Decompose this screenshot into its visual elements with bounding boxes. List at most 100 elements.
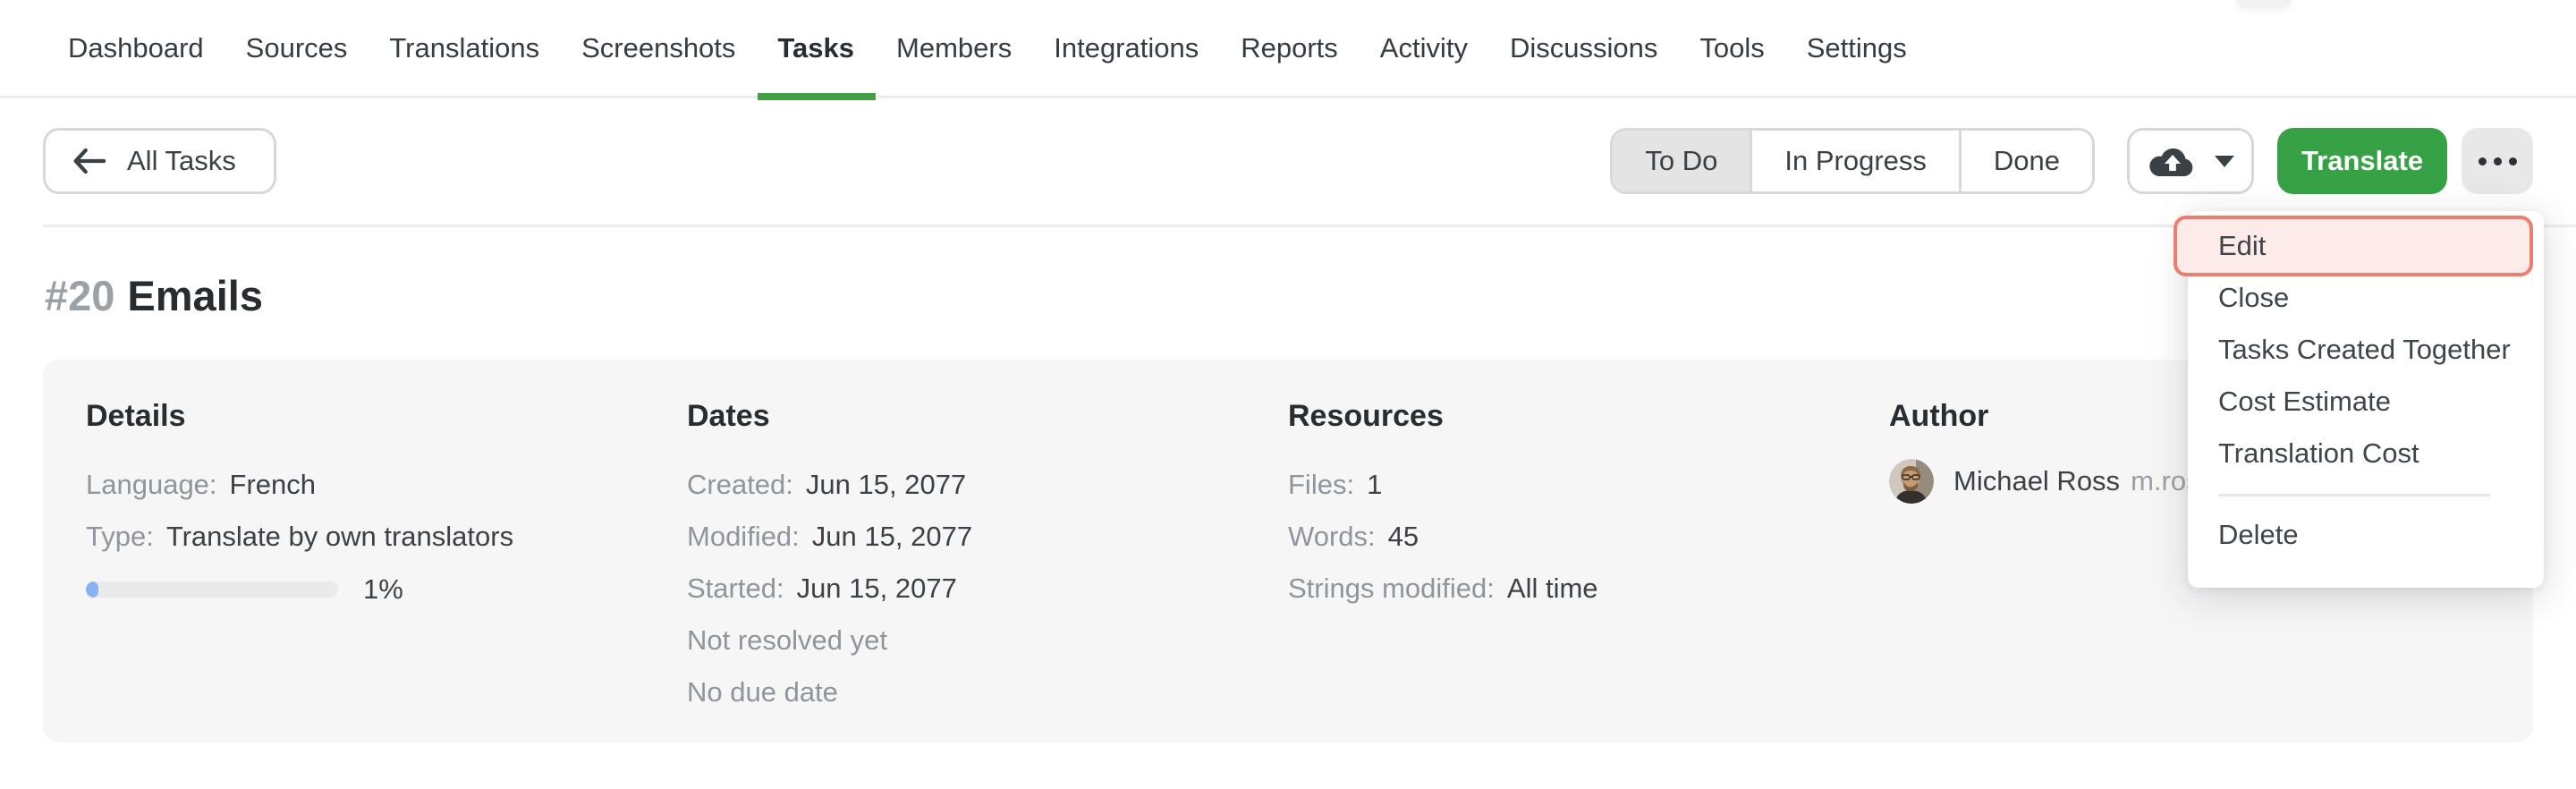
created-row: Created: Jun 15, 2077: [687, 459, 1288, 511]
author-name: Michael Ross: [1953, 465, 2120, 497]
nav-item-activity[interactable]: Activity: [1380, 0, 1468, 98]
menu-item-delete[interactable]: Delete: [2188, 509, 2544, 561]
type-label: Type:: [86, 521, 154, 553]
not-resolved-text: Not resolved yet: [687, 624, 887, 657]
ellipsis-icon: [2509, 157, 2517, 165]
menu-item-translation-cost[interactable]: Translation Cost: [2188, 428, 2544, 479]
resources-heading: Resources: [1288, 399, 1889, 434]
nav-item-discussions[interactable]: Discussions: [1510, 0, 1657, 98]
dates-heading: Dates: [687, 399, 1288, 434]
translate-button-label: Translate: [2301, 145, 2423, 177]
more-actions-menu: Edit Close Tasks Created Together Cost E…: [2188, 211, 2544, 588]
started-label: Started:: [687, 573, 784, 605]
nav-item-reports[interactable]: Reports: [1241, 0, 1338, 98]
nav-label: Discussions: [1510, 32, 1657, 64]
language-label: Language:: [86, 469, 217, 501]
type-row: Type: Translate by own translators: [86, 511, 687, 563]
page-title: #20 Emails: [45, 271, 263, 320]
ellipsis-icon: [2494, 157, 2502, 165]
details-section: Details Language: French Type: Translate…: [86, 399, 687, 742]
filter-in-progress-button[interactable]: In Progress: [1750, 131, 1959, 191]
nav-label: Translations: [389, 32, 539, 64]
nav-label: Screenshots: [581, 32, 735, 64]
nav-item-screenshots[interactable]: Screenshots: [581, 0, 735, 98]
ellipsis-icon: [2479, 157, 2487, 165]
menu-item-label: Edit: [2218, 230, 2266, 262]
menu-item-label: Close: [2218, 282, 2289, 314]
progress-track: [86, 581, 338, 598]
details-heading: Details: [86, 399, 687, 434]
toolbar-actions: To Do In Progress Done Translate: [1610, 128, 2533, 194]
resolved-note: Not resolved yet: [687, 615, 1288, 666]
menu-item-label: Delete: [2218, 519, 2299, 551]
more-actions-button[interactable]: [2462, 128, 2533, 194]
nav-item-sources[interactable]: Sources: [246, 0, 348, 98]
status-filter-group: To Do In Progress Done: [1610, 128, 2095, 194]
filter-done-button[interactable]: Done: [1959, 131, 2092, 191]
modified-row: Modified: Jun 15, 2077: [687, 511, 1288, 563]
modified-label: Modified:: [687, 521, 800, 553]
nav-label: Dashboard: [68, 32, 204, 64]
language-value: French: [230, 469, 316, 501]
filter-todo-button[interactable]: To Do: [1613, 131, 1750, 191]
files-value: 1: [1367, 469, 1382, 501]
avatar: [1889, 459, 1934, 504]
menu-item-edit[interactable]: Edit: [2188, 220, 2544, 272]
tooltip-remnant: [2236, 0, 2292, 8]
dates-section: Dates Created: Jun 15, 2077 Modified: Ju…: [687, 399, 1288, 742]
task-title: Emails: [127, 271, 263, 320]
nav-label: Settings: [1807, 32, 1907, 64]
task-summary-card: Details Language: French Type: Translate…: [43, 360, 2533, 742]
nav-item-translations[interactable]: Translations: [389, 0, 539, 98]
task-detail-page: Dashboard Sources Translations Screensho…: [0, 0, 2576, 789]
strings-modified-value: All time: [1507, 573, 1598, 605]
menu-item-label: Tasks Created Together: [2218, 334, 2511, 366]
started-value: Jun 15, 2077: [797, 573, 957, 605]
words-label: Words:: [1288, 521, 1376, 553]
language-row: Language: French: [86, 459, 687, 511]
project-nav: Dashboard Sources Translations Screensho…: [0, 0, 2576, 98]
translate-button[interactable]: Translate: [2277, 128, 2447, 194]
words-row: Words: 45: [1288, 511, 1889, 563]
created-label: Created:: [687, 469, 793, 501]
words-value: 45: [1388, 521, 1419, 553]
no-due-date-text: No due date: [687, 676, 838, 708]
nav-label: Members: [896, 32, 1012, 64]
menu-item-tasks-created-together[interactable]: Tasks Created Together: [2188, 324, 2544, 376]
back-button-label: All Tasks: [127, 145, 236, 177]
nav-item-integrations[interactable]: Integrations: [1054, 0, 1199, 98]
menu-item-cost-estimate[interactable]: Cost Estimate: [2188, 376, 2544, 428]
menu-divider: [2218, 494, 2490, 496]
download-upload-dropdown-button[interactable]: [2127, 128, 2254, 194]
nav-item-members[interactable]: Members: [896, 0, 1012, 98]
all-tasks-back-button[interactable]: All Tasks: [43, 128, 276, 194]
active-tab-underline: [758, 93, 876, 100]
progress-percent-label: 1%: [363, 573, 403, 606]
resources-section: Resources Files: 1 Words: 45 Strings mod…: [1288, 399, 1889, 742]
progress-fill: [86, 581, 98, 598]
task-number: #20: [45, 271, 114, 320]
nav-item-tasks[interactable]: Tasks: [777, 0, 854, 98]
menu-item-close[interactable]: Close: [2188, 272, 2544, 324]
type-value: Translate by own translators: [166, 521, 513, 553]
nav-item-dashboard[interactable]: Dashboard: [68, 0, 204, 98]
created-value: Jun 15, 2077: [806, 469, 966, 501]
due-date-note: No due date: [687, 666, 1288, 718]
filter-label: Done: [1994, 145, 2060, 177]
modified-value: Jun 15, 2077: [812, 521, 972, 553]
translation-progress: 1%: [86, 572, 687, 607]
nav-item-tools[interactable]: Tools: [1699, 0, 1764, 98]
started-row: Started: Jun 15, 2077: [687, 563, 1288, 615]
nav-label: Sources: [246, 32, 348, 64]
nav-label: Integrations: [1054, 32, 1199, 64]
files-label: Files:: [1288, 469, 1354, 501]
filter-label: To Do: [1645, 145, 1717, 177]
strings-modified-row: Strings modified: All time: [1288, 563, 1889, 615]
chevron-down-icon: [2215, 156, 2234, 167]
strings-modified-label: Strings modified:: [1288, 573, 1495, 605]
nav-item-settings[interactable]: Settings: [1807, 0, 1907, 98]
nav-label: Activity: [1380, 32, 1468, 64]
cloud-upload-icon: [2147, 143, 2199, 179]
menu-item-label: Translation Cost: [2218, 437, 2419, 470]
nav-label: Tasks: [777, 32, 854, 64]
